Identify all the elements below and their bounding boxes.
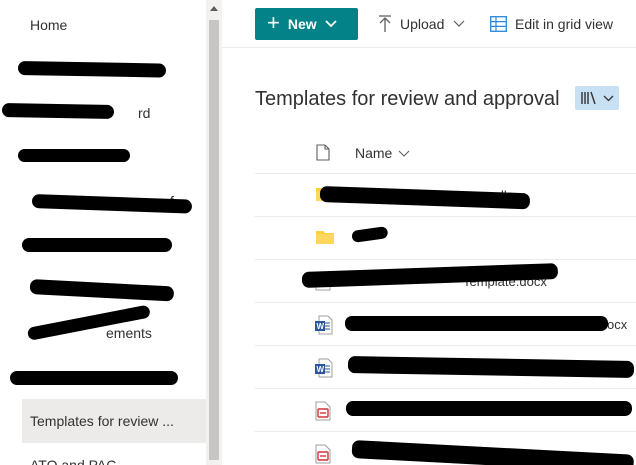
chevron-down-icon [325, 20, 337, 28]
name-column-label: Name [355, 145, 393, 161]
new-button-label: New [287, 16, 317, 32]
redaction-mark [22, 238, 172, 252]
redaction-mark [345, 316, 608, 331]
redaction-mark [1, 103, 115, 119]
nav-item-ato-and-pac[interactable]: ATO and PAC [22, 443, 206, 465]
command-bar: + New Upload Edit in grid view [222, 0, 636, 48]
pdf-document-icon [315, 401, 331, 421]
list-header: Name [255, 132, 636, 174]
plus-icon: + [267, 10, 280, 35]
edit-in-grid-view-label: Edit in grid view [515, 16, 614, 32]
upload-button[interactable]: Upload [378, 8, 465, 40]
chevron-down-icon [603, 95, 613, 101]
folder-icon [316, 231, 334, 244]
name-column-header[interactable]: Name [355, 145, 410, 161]
table-row[interactable] [255, 217, 636, 260]
nav-item-templates-for-review[interactable]: Templates for review ... [22, 399, 206, 443]
upload-label: Upload [400, 16, 445, 32]
scroll-up-icon[interactable] [210, 6, 218, 11]
nav-item-label: Templates for review ... [30, 413, 174, 429]
file-type-icon[interactable] [316, 144, 330, 161]
word-document-icon: W [315, 358, 333, 378]
nav-item-home[interactable]: Home [22, 3, 206, 47]
view-options-button[interactable] [575, 86, 619, 110]
nav-scrollbar[interactable] [206, 0, 222, 465]
scrollbar-thumb[interactable] [209, 20, 219, 460]
redaction-mark [17, 61, 167, 78]
edit-in-grid-view-button[interactable]: Edit in grid view [490, 8, 613, 40]
svg-text:W: W [317, 365, 325, 374]
chevron-down-icon [398, 150, 410, 157]
word-document-icon: W [315, 315, 333, 335]
library-view-icon [580, 91, 596, 105]
new-button[interactable]: + New [255, 8, 358, 40]
chevron-down-icon [453, 20, 465, 27]
nav-item-label: Home [30, 17, 68, 33]
page-title: Templates for review and approval [255, 88, 560, 110]
redaction-mark [10, 371, 178, 385]
grid-icon [490, 16, 507, 32]
nav-item-label: ATO and PAC [30, 457, 117, 465]
redaction-mark [18, 149, 130, 162]
upload-icon [379, 15, 391, 32]
svg-text:W: W [317, 322, 325, 331]
redaction-mark [346, 401, 632, 416]
file-name[interactable]: ocx [607, 317, 627, 332]
pdf-document-icon [315, 444, 331, 464]
